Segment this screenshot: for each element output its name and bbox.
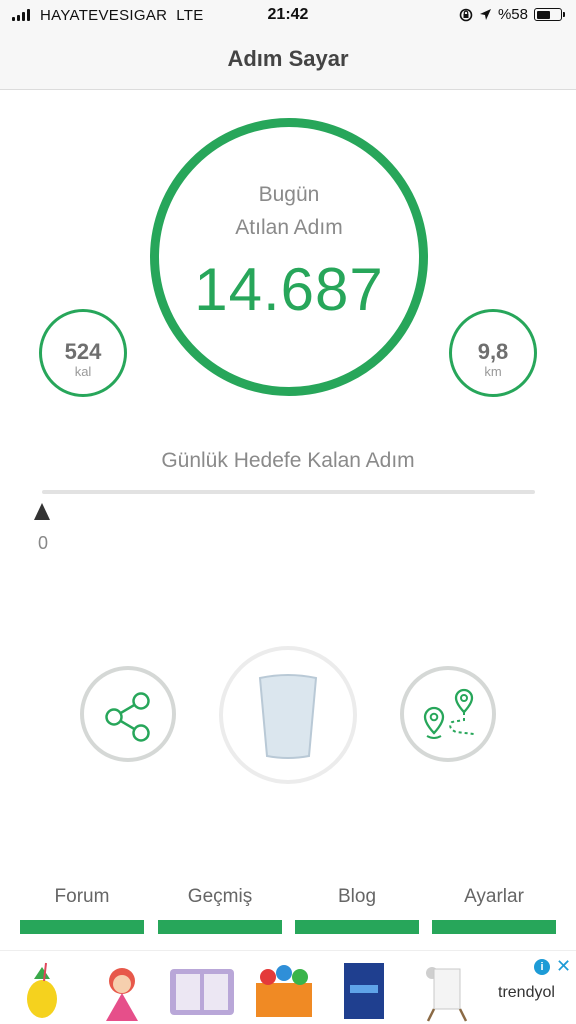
steps-taken-label: Atılan Adım [235,216,343,239]
today-label: Bugün [258,183,320,206]
ad-product-easel[interactable] [408,959,484,1023]
location-arrow-icon [479,9,491,20]
tab-blog[interactable]: Blog [295,882,419,934]
ad-product-poster[interactable] [326,959,402,1023]
tab-settings[interactable]: Ayarlar [432,882,556,934]
tab-forum-label: Forum [54,886,110,907]
step-count: 14.687 [194,256,384,323]
status-bar: HAYATEVESIGAR LTE 21:42 %58 [0,0,576,30]
progress-marker-icon [34,503,50,520]
distance-unit: km [484,364,502,379]
tab-history-indicator [158,920,282,934]
tab-forum-indicator [20,920,144,934]
calories-circle: 524 kal [39,309,127,397]
tab-forum[interactable]: Forum [20,882,144,934]
share-button[interactable] [80,666,176,762]
battery-icon [534,8,565,21]
distance-value: 9,8 [477,339,509,364]
tab-history[interactable]: Geçmiş [158,882,282,934]
ad-product-doll[interactable] [84,959,160,1023]
tab-blog-label: Blog [337,886,377,907]
calories-value: 524 [64,339,102,364]
route-button[interactable] [400,666,496,762]
goal-remaining-value: 0 [38,533,49,553]
ad-product-toy-box[interactable] [246,959,322,1023]
goal-progress-bar [42,490,535,494]
ad-close-icon[interactable]: ✕ [556,956,571,977]
calories-unit: kal [74,364,92,379]
battery-percent: %58 [497,6,528,23]
navigation-bar: Adım Sayar [0,30,576,90]
tab-settings-indicator [432,920,556,934]
status-right: %58 [459,6,565,23]
ad-info-icon[interactable]: i [534,959,550,975]
share-icon [105,692,150,742]
ad-banner[interactable]: i ✕ trendyol [0,950,576,1024]
route-map-icon [423,688,475,739]
daily-goal-label: Günlük Hedefe Kalan Adım [161,449,415,472]
page-title: Adım Sayar [227,46,349,71]
ad-brand-label[interactable]: trendyol [498,984,555,1002]
steps-ring: Bugün Atılan Adım 14.687 [150,118,428,396]
tab-history-label: Geçmiş [187,886,253,907]
water-glass-icon [258,674,318,759]
water-button[interactable] [219,646,357,784]
battery-fill [536,10,550,19]
rotation-lock-icon [459,8,473,21]
ad-product-planner[interactable] [164,959,240,1023]
distance-circle: 9,8 km [449,309,537,397]
tab-settings-label: Ayarlar [464,886,524,907]
tab-blog-indicator [295,920,419,934]
ad-product-pineapple-cup[interactable] [4,959,80,1023]
